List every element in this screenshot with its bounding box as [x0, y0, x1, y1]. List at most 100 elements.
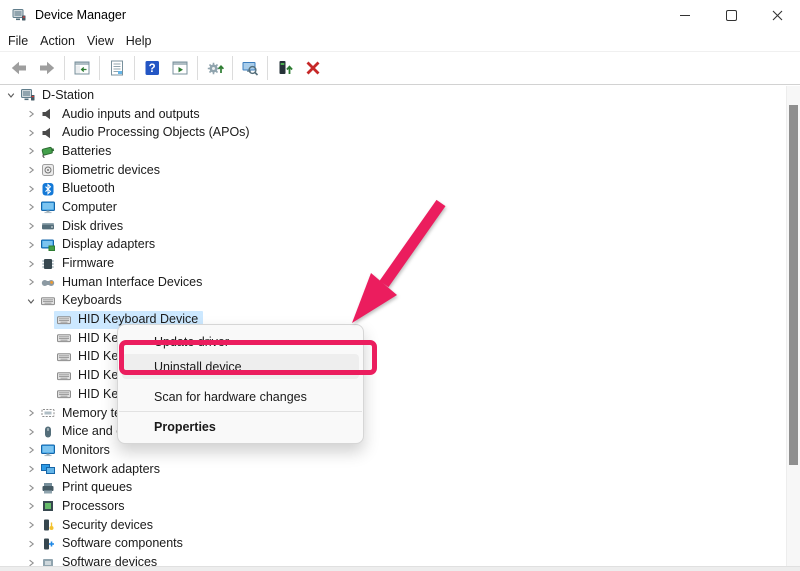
- toolbar-remote-computer-button[interactable]: [236, 56, 264, 80]
- keyboard-icon: [56, 349, 72, 365]
- bluetooth-icon: [40, 181, 56, 197]
- close-icon: [772, 10, 783, 21]
- chevron-right-icon[interactable]: [24, 144, 38, 158]
- context-menu-item-scan-for-hardware-changes[interactable]: Scan for hardware changes: [118, 384, 363, 409]
- toolbar-scan-hardware-changes-button[interactable]: [201, 56, 229, 80]
- tree-item-audio-processing-objects-apos[interactable]: Audio Processing Objects (APOs): [0, 123, 787, 142]
- tree-item-content: Display adapters: [38, 236, 160, 254]
- processor-icon: [40, 498, 56, 514]
- tree-item-processors[interactable]: Processors: [0, 497, 787, 516]
- tree-item-content: Audio Processing Objects (APOs): [38, 124, 255, 142]
- toolbar-uninstall-device-button[interactable]: [299, 56, 327, 80]
- toolbar-forward-button[interactable]: [33, 56, 61, 80]
- tree-item-network-adapters[interactable]: Network adapters: [0, 460, 787, 479]
- chevron-right-icon[interactable]: [24, 406, 38, 420]
- menubar-item-view[interactable]: View: [81, 32, 120, 50]
- menubar-item-action[interactable]: Action: [34, 32, 81, 50]
- fingerprint-icon: [40, 162, 56, 178]
- firmware-icon: [40, 256, 56, 272]
- tree-item-label: Firmware: [62, 256, 114, 271]
- toolbar-back-button[interactable]: [5, 56, 33, 80]
- tree-item-biometric-devices[interactable]: Biometric devices: [0, 161, 787, 180]
- help-icon: ?: [142, 58, 162, 78]
- network-icon: [40, 461, 56, 477]
- vertical-scrollbar-thumb[interactable]: [789, 105, 798, 465]
- action-pane-icon: [170, 58, 190, 78]
- station-icon: [20, 87, 36, 103]
- chevron-right-icon[interactable]: [24, 238, 38, 252]
- tree-item-content: Human Interface Devices: [38, 273, 207, 291]
- maximize-button[interactable]: [708, 0, 754, 30]
- title-bar: Device Manager: [0, 0, 800, 30]
- chevron-right-icon[interactable]: [24, 462, 38, 476]
- tree-item-content: Print queues: [38, 479, 137, 497]
- mouse-icon: [40, 424, 56, 440]
- tree-item-firmware[interactable]: Firmware: [0, 254, 787, 273]
- toolbar-action-pane-button[interactable]: [166, 56, 194, 80]
- tree-item-label: Network adapters: [62, 462, 160, 477]
- tree-item-monitors[interactable]: Monitors: [0, 441, 787, 460]
- forward-icon: [37, 58, 57, 78]
- toolbar-update-driver-button[interactable]: [271, 56, 299, 80]
- uninstall-device-icon: [303, 58, 323, 78]
- tree-item-label: Biometric devices: [62, 163, 160, 178]
- tree-item-software-devices[interactable]: Software devices: [0, 553, 787, 567]
- chevron-right-icon[interactable]: [24, 518, 38, 532]
- minimize-icon: [680, 15, 690, 16]
- tree-item-print-queues[interactable]: Print queues: [0, 478, 787, 497]
- toolbar-properties-button[interactable]: [103, 56, 131, 80]
- minimize-button[interactable]: [662, 0, 708, 30]
- horizontal-scrollbar[interactable]: [0, 566, 800, 571]
- chevron-down-icon[interactable]: [4, 88, 18, 102]
- menubar-item-help[interactable]: Help: [120, 32, 158, 50]
- device-manager-window: Device Manager FileActionViewHelp ? D-St…: [0, 0, 800, 571]
- toolbar-show-console-tree-button[interactable]: [68, 56, 96, 80]
- chevron-right-icon[interactable]: [24, 537, 38, 551]
- tree-item-display-adapters[interactable]: Display adapters: [0, 236, 787, 255]
- vertical-scrollbar[interactable]: [786, 86, 800, 567]
- tree-item-content: Software devices: [38, 554, 162, 567]
- chevron-right-icon[interactable]: [24, 275, 38, 289]
- chevron-right-icon[interactable]: [24, 425, 38, 439]
- close-button[interactable]: [754, 0, 800, 30]
- tree-item-label: Audio Processing Objects (APOs): [62, 125, 250, 140]
- tree-item-content: Bluetooth: [38, 180, 120, 198]
- tree-item-security-devices[interactable]: Security devices: [0, 516, 787, 535]
- toolbar-group: [267, 56, 330, 80]
- chevron-right-icon[interactable]: [24, 443, 38, 457]
- tree-item-d-station[interactable]: D-Station: [0, 86, 787, 105]
- menubar-item-file[interactable]: File: [2, 32, 34, 50]
- chevron-right-icon[interactable]: [24, 200, 38, 214]
- tree-item-human-interface-devices[interactable]: Human Interface Devices: [0, 273, 787, 292]
- chevron-right-icon[interactable]: [24, 126, 38, 140]
- chevron-right-icon[interactable]: [24, 481, 38, 495]
- context-menu-item-uninstall-device[interactable]: Uninstall device: [122, 354, 359, 379]
- tree-item-keyboards[interactable]: Keyboards: [0, 292, 787, 311]
- tree-item-software-components[interactable]: Software components: [0, 535, 787, 554]
- tree-item-content: Audio inputs and outputs: [38, 105, 205, 123]
- chevron-right-icon[interactable]: [24, 257, 38, 271]
- chevron-down-icon[interactable]: [24, 294, 38, 308]
- properties-icon: [107, 58, 127, 78]
- chevron-right-icon[interactable]: [24, 163, 38, 177]
- tree-item-content: Firmware: [38, 255, 119, 273]
- device-manager-app-icon: [11, 7, 27, 23]
- chevron-spacer: [40, 313, 54, 327]
- chevron-right-icon[interactable]: [24, 499, 38, 513]
- chevron-right-icon[interactable]: [24, 219, 38, 233]
- tree-item-batteries[interactable]: Batteries: [0, 142, 787, 161]
- chevron-right-icon[interactable]: [24, 182, 38, 196]
- tree-item-disk-drives[interactable]: Disk drives: [0, 217, 787, 236]
- toolbar-help-button[interactable]: ?: [138, 56, 166, 80]
- context-menu-item-properties[interactable]: Properties: [118, 414, 363, 439]
- tree-item-content: Biometric devices: [38, 161, 165, 179]
- tree-item-label: Security devices: [62, 518, 153, 533]
- tree-item-content: Software components: [38, 535, 188, 553]
- chevron-right-icon[interactable]: [24, 107, 38, 121]
- tree-item-audio-inputs-and-outputs[interactable]: Audio inputs and outputs: [0, 105, 787, 124]
- tree-item-bluetooth[interactable]: Bluetooth: [0, 179, 787, 198]
- tree-item-computer[interactable]: Computer: [0, 198, 787, 217]
- tree-item-content: D-Station: [18, 86, 99, 104]
- context-menu-item-update-driver[interactable]: Update driver: [118, 329, 363, 354]
- tree-item-label: Disk drives: [62, 219, 123, 234]
